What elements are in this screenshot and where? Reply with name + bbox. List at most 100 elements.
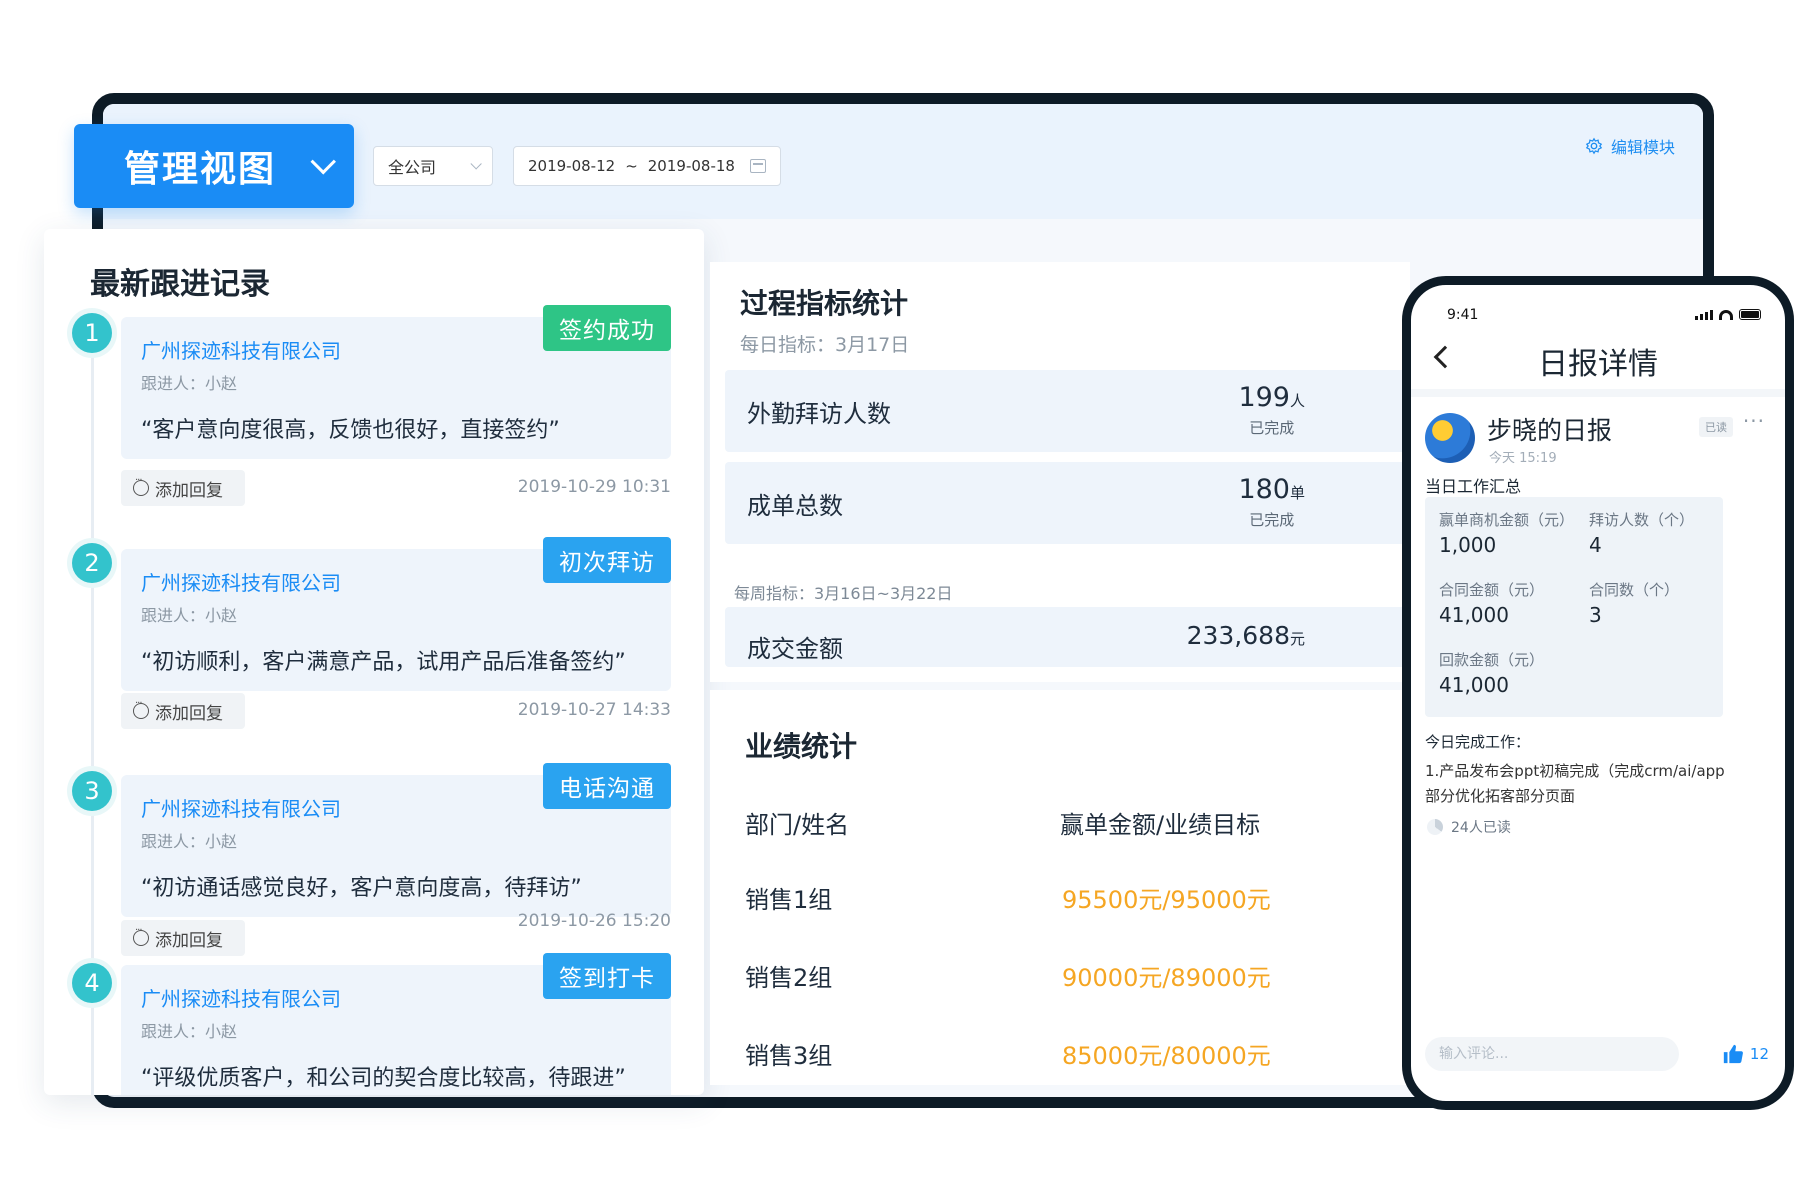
- process-title: 过程指标统计: [740, 287, 909, 320]
- stat-label: 成交金额: [747, 635, 843, 663]
- phone-page-title: 日报详情: [1538, 347, 1658, 382]
- status-icons: [1695, 309, 1761, 320]
- like-count: 12: [1749, 1045, 1769, 1063]
- summary-label: 拜访人数（个）: [1589, 511, 1695, 529]
- summary-value: 4: [1589, 533, 1602, 557]
- column-header-value: 赢单金额/业绩目标: [1060, 811, 1261, 839]
- performance-card: 业绩统计 部门/姓名 赢单金额/业绩目标 销售1组 95500元/95000元 …: [710, 690, 1410, 1085]
- stat-label: 成单总数: [747, 492, 843, 520]
- record-owner: 跟进人：小赵: [141, 374, 238, 393]
- step-number: 3: [72, 771, 112, 811]
- record-time: 2019-10-29 10:31: [517, 477, 671, 497]
- record-tag: 签约成功: [543, 305, 671, 351]
- readers-count[interactable]: 24人已读: [1427, 817, 1511, 837]
- comment-input[interactable]: [1425, 1037, 1679, 1071]
- stat-unit: 元: [1289, 630, 1305, 648]
- stat-row: 成交金额 233,688元: [725, 607, 1410, 667]
- record-time: 2019-10-27 14:33: [517, 700, 671, 720]
- step-number: 2: [72, 543, 112, 583]
- comment-icon: [133, 925, 149, 946]
- record-owner: 跟进人：小赵: [141, 606, 238, 625]
- thumbs-up-icon: [1723, 1044, 1743, 1064]
- date-end: 2019-08-18: [647, 157, 735, 175]
- summary-box: 赢单商机金额（元） 1,000 拜访人数（个） 4 合同金额（元） 41,000…: [1425, 497, 1723, 717]
- records-title: 最新跟进记录: [90, 267, 270, 302]
- read-status-badge: 已读: [1699, 417, 1733, 437]
- process-stats-card: 过程指标统计 每日指标：3月17日 外勤拜访人数 199人 已完成 成单总数 1…: [710, 262, 1410, 682]
- comment-icon: [133, 698, 149, 719]
- stat-unit: 人: [1289, 392, 1305, 410]
- avatar[interactable]: [1425, 413, 1475, 463]
- record-tag: 初次拜访: [543, 537, 671, 583]
- stat-value: 199: [1238, 382, 1290, 413]
- daily-indicator-label: 每日指标：3月17日: [740, 334, 910, 356]
- readers-label: 24人已读: [1451, 820, 1511, 836]
- date-start: 2019-08-12: [528, 157, 616, 175]
- status-time: 9:41: [1447, 307, 1479, 323]
- record-quote: “初访通话感觉良好，客户意向度高，待拜访”: [141, 876, 582, 901]
- chevron-down-icon: [470, 158, 482, 170]
- gear-icon: [1585, 137, 1603, 155]
- more-options-icon[interactable]: ···: [1743, 409, 1765, 433]
- step-number: 4: [72, 963, 112, 1003]
- perf-row-value: 85000元/80000元: [1062, 1042, 1271, 1070]
- perf-row-value: 95500元/95000元: [1062, 886, 1271, 914]
- stat-status: 已完成: [1249, 511, 1295, 529]
- stat-row: 成单总数 180单 已完成: [725, 462, 1410, 544]
- record-tag: 电话沟通: [543, 763, 671, 809]
- perf-row-name: 销售1组: [745, 886, 833, 914]
- perf-row-name: 销售3组: [745, 1042, 833, 1070]
- add-reply-button[interactable]: 添加回复: [121, 470, 245, 506]
- company-select-value: 全公司: [388, 158, 437, 177]
- record-owner: 跟进人：小赵: [141, 1022, 238, 1041]
- record-card[interactable]: 广州探迹科技有限公司 跟进人：小赵 “客户意向度很高，反馈也很好，直接签约” 签…: [121, 305, 671, 459]
- stat-row: 外勤拜访人数 199人 已完成: [725, 370, 1410, 452]
- add-reply-button[interactable]: 添加回复: [121, 693, 245, 729]
- add-reply-button[interactable]: 添加回复: [121, 920, 245, 956]
- perf-row-name: 销售2组: [745, 964, 833, 992]
- date-separator: ~: [625, 157, 638, 175]
- like-button[interactable]: 12: [1722, 1043, 1769, 1065]
- summary-value: 1,000: [1439, 533, 1497, 557]
- stat-status: 已完成: [1249, 419, 1295, 437]
- stat-value: 180: [1238, 474, 1290, 505]
- record-time: 2019-10-26 15:20: [517, 911, 671, 931]
- edit-module-button[interactable]: 编辑模块: [1585, 134, 1675, 158]
- phone-frame: 9:41 日报详情 步晓的日报 今天 15:19 已读 ··· 当日工作汇总 赢…: [1402, 276, 1794, 1110]
- chevron-down-icon: [310, 149, 336, 175]
- add-reply-label: 添加回复: [155, 703, 223, 724]
- company-select[interactable]: 全公司: [373, 146, 493, 186]
- summary-value: 3: [1589, 603, 1602, 627]
- record-tag: 签到打卡: [543, 953, 671, 999]
- record-card[interactable]: 广州探迹科技有限公司 跟进人：小赵 “评级优质客户，和公司的契合度比较高，待跟进…: [121, 953, 671, 1095]
- summary-value: 41,000: [1439, 603, 1509, 627]
- stat-value: 233,688: [1186, 621, 1290, 650]
- comment-icon: [133, 475, 149, 496]
- record-quote: “评级优质客户，和公司的契合度比较高，待跟进”: [141, 1066, 626, 1091]
- add-reply-label: 添加回复: [155, 480, 223, 501]
- record-card[interactable]: 广州探迹科技有限公司 跟进人：小赵 “初访通话感觉良好，客户意向度高，待拜访” …: [121, 763, 671, 917]
- date-range-picker[interactable]: 2019-08-12 ~ 2019-08-18: [513, 146, 781, 186]
- view-title-label: 管理视图: [124, 149, 277, 190]
- phone-nav-bar: 日报详情: [1411, 335, 1785, 385]
- calendar-icon: [750, 159, 766, 173]
- step-number: 1: [72, 313, 112, 353]
- done-work-title: 今日完成工作：: [1425, 733, 1531, 751]
- wifi-icon: [1719, 309, 1733, 320]
- summary-value: 41,000: [1439, 673, 1509, 697]
- stat-unit: 单: [1289, 484, 1305, 502]
- battery-icon: [1739, 309, 1761, 320]
- edit-module-label: 编辑模块: [1610, 138, 1675, 157]
- record-card[interactable]: 广州探迹科技有限公司 跟进人：小赵 “初访顺利，客户满意产品，试用产品后准备签约…: [121, 537, 671, 691]
- performance-title: 业绩统计: [745, 730, 858, 763]
- follow-up-records-card: 最新跟进记录 1 广州探迹科技有限公司 跟进人：小赵 “客户意向度很高，反馈也很…: [44, 229, 704, 1095]
- summary-label: 赢单商机金额（元）: [1439, 511, 1575, 529]
- view-switcher[interactable]: 管理视图: [74, 124, 354, 208]
- stat-label: 外勤拜访人数: [747, 400, 891, 428]
- report-author: 步晓的日报: [1487, 416, 1613, 445]
- record-owner: 跟进人：小赵: [141, 832, 238, 851]
- summary-title: 当日工作汇总: [1425, 477, 1522, 496]
- summary-label: 回款金额（元）: [1439, 651, 1545, 669]
- perf-row-value: 90000元/89000元: [1062, 964, 1271, 992]
- add-reply-label: 添加回复: [155, 930, 223, 951]
